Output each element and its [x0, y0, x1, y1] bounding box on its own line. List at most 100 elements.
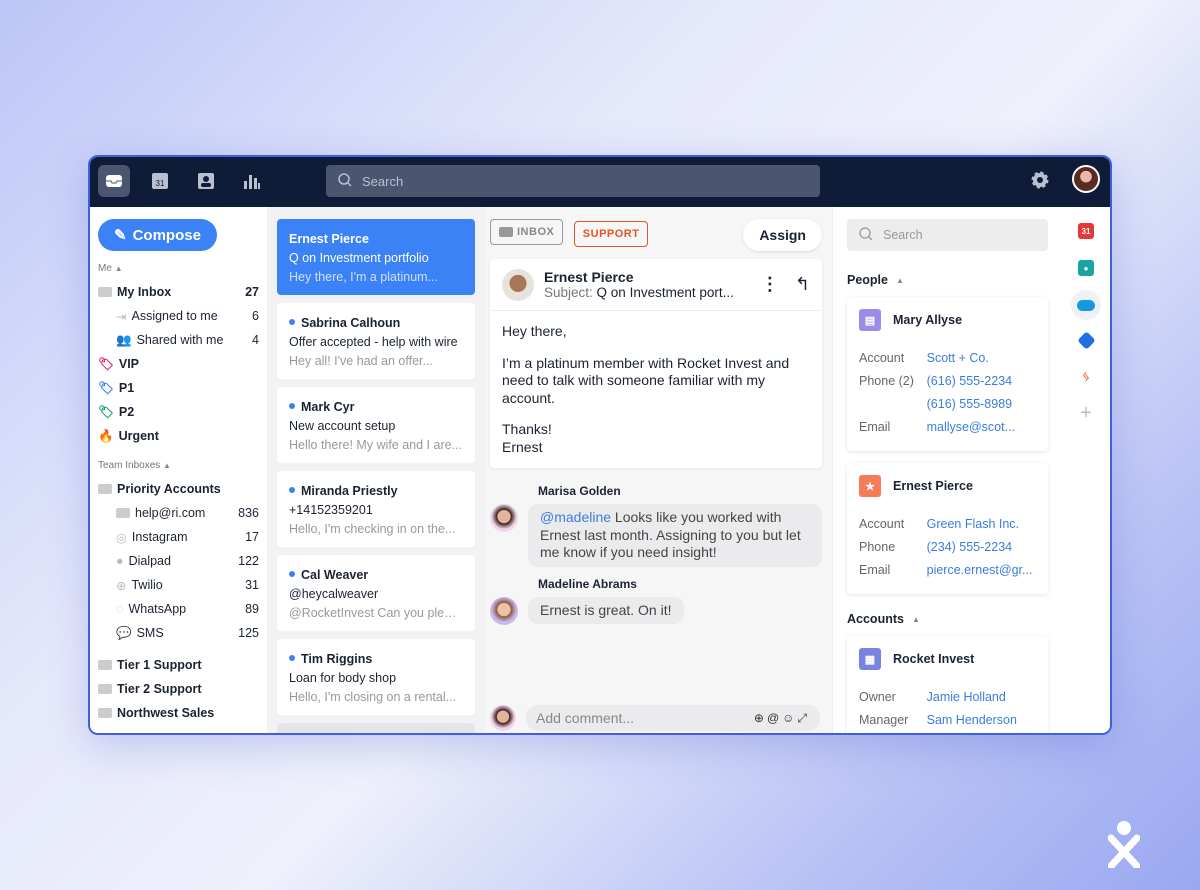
- search-icon: [338, 172, 352, 190]
- account-link[interactable]: Green Flash Inc.: [927, 513, 1036, 536]
- phone-link[interactable]: (616) 555-2234: [927, 370, 1036, 393]
- compose-label: Compose: [132, 226, 201, 244]
- contact-card-icon: ▤: [859, 309, 881, 331]
- channel-instagram[interactable]: ◎ Instagram 17: [98, 525, 259, 549]
- inbox-icon[interactable]: [98, 165, 130, 197]
- sidebar-item-my-inbox[interactable]: My Inbox 27: [98, 280, 259, 304]
- sidebar-item-priority-accounts[interactable]: Priority Accounts: [98, 477, 259, 501]
- analytics-icon[interactable]: [236, 165, 268, 197]
- phone-link[interactable]: (234) 555-2234: [927, 536, 1036, 559]
- people-header[interactable]: People ▲: [847, 273, 1048, 287]
- email-link[interactable]: pierce.ernest@gr...: [927, 559, 1036, 582]
- accounts-header[interactable]: Accounts ▲: [847, 612, 1048, 626]
- svg-text:31: 31: [156, 179, 165, 188]
- tag-icon: 🏷: [98, 404, 114, 419]
- more-options-icon[interactable]: ⋮: [761, 274, 779, 295]
- person-icon: ★: [859, 475, 881, 497]
- conversation-item[interactable]: Cal Weaver @heycalweaver @RocketInvest Can…: [277, 555, 475, 631]
- reply-icon[interactable]: ↰: [795, 274, 810, 295]
- account-link[interactable]: Scott + Co.: [927, 347, 1036, 370]
- channel-sms[interactable]: 💬 SMS 125: [98, 621, 259, 645]
- sidebar-item-assigned[interactable]: ⇥ Assigned to me 6: [98, 304, 259, 328]
- mention-link[interactable]: @madeline: [540, 509, 611, 525]
- sidebar-tag-p2[interactable]: 🏷 P2: [98, 400, 259, 424]
- compose-icon: ✎: [114, 227, 127, 244]
- global-search-input[interactable]: Search: [326, 165, 820, 197]
- conversation-item[interactable]: Miranda Priestly +14152359201 Hello, I'm c…: [277, 471, 475, 547]
- assign-button[interactable]: Assign: [743, 219, 822, 251]
- support-tag[interactable]: SUPPORT: [573, 221, 649, 247]
- sidebar-item-shared[interactable]: 👥 Shared with me 4: [98, 328, 259, 352]
- inbox-tag[interactable]: INBOX: [490, 219, 564, 245]
- conversation-list: Ernest Pierce Q on Investment portfolio He…: [267, 207, 485, 733]
- person-card[interactable]: ▤ Mary Allyse Account Scott + Co. Phone (2…: [847, 297, 1048, 451]
- google-calendar-icon[interactable]: 31: [1078, 223, 1094, 239]
- contact-search-input[interactable]: Search: [847, 219, 1048, 251]
- conversation-item[interactable]: Sabrina Calhoun Offer accepted - help wit…: [277, 303, 475, 379]
- add-comment-input[interactable]: Add comment... ⊕@☺⤢: [526, 705, 820, 731]
- building-icon: ▦: [859, 648, 881, 670]
- jira-icon[interactable]: [1076, 331, 1096, 350]
- inbox-icon: [98, 684, 112, 694]
- user-avatar[interactable]: [1072, 165, 1100, 193]
- comment-bubble: @madeline Looks like you worked with Ern…: [528, 504, 822, 567]
- sidebar: ✎ Compose Me ▲ My Inbox 27 ⇥ Assigned to me…: [90, 207, 267, 733]
- app-window: 31 Search ✎ Compose Me ▲ My Inbox 27 ⇥ Assi…: [88, 155, 1112, 735]
- sender-avatar: [502, 268, 534, 301]
- mention-icon[interactable]: @: [767, 711, 782, 725]
- owner-link[interactable]: Jamie Holland: [927, 686, 1036, 709]
- search-placeholder: Search: [362, 173, 404, 189]
- gear-icon[interactable]: [1030, 170, 1050, 195]
- calendar-icon[interactable]: 31: [144, 165, 176, 197]
- phone-link[interactable]: (616) 555-8989: [927, 393, 1036, 416]
- comment-author: Marisa Golden: [538, 484, 621, 498]
- conversation-item[interactable]: Tim Riggins Loan for body shop Hello, I'm …: [277, 639, 475, 715]
- avatar: [490, 596, 518, 625]
- comment: Madeline Abrams Ernest is great. On it!: [490, 577, 822, 625]
- me-section-header[interactable]: Me ▲: [98, 263, 259, 274]
- comment-author: Madeline Abrams: [538, 576, 637, 591]
- hubspot-icon[interactable]: ᛃ: [1078, 368, 1094, 384]
- comment: Marisa Golden @madeline Looks like you w…: [490, 484, 822, 567]
- channel-dialpad[interactable]: ● Dialpad 122: [98, 549, 259, 573]
- unread-dot: [289, 487, 295, 493]
- conversation-item[interactable]: Mark Cyr New account setup Hello there! My…: [277, 387, 475, 463]
- sms-icon: 💬: [116, 625, 132, 640]
- email-link[interactable]: mallyse@scot...: [927, 416, 1036, 439]
- subject-label: Subject:: [544, 285, 593, 300]
- channel-twilio[interactable]: ⊕ Twilio 31: [98, 573, 259, 597]
- attach-icon[interactable]: ⊕: [754, 711, 767, 725]
- salesforce-icon[interactable]: [1071, 290, 1101, 320]
- search-icon: [859, 226, 873, 244]
- add-app-icon[interactable]: +: [1078, 402, 1094, 424]
- inbox-icon: [499, 227, 513, 237]
- account-card[interactable]: ▦ Rocket Invest Owner Jamie Holland Manage…: [847, 636, 1048, 733]
- unread-dot: [289, 571, 295, 577]
- emoji-icon[interactable]: ☺: [782, 711, 797, 725]
- subject: Q on Investment port...: [596, 285, 734, 300]
- manager-link[interactable]: Sam Henderson: [927, 709, 1036, 732]
- avatar: [490, 504, 518, 532]
- sidebar-tag-p1[interactable]: 🏷 P1: [98, 376, 259, 400]
- team-inboxes-header[interactable]: Team Inboxes ▲: [98, 460, 259, 471]
- channel-whatsapp[interactable]: ◌ WhatsApp 89: [98, 597, 259, 621]
- channel-email[interactable]: help@ri.com 836: [98, 501, 259, 525]
- contacts-app-icon[interactable]: ●: [1078, 260, 1094, 276]
- sidebar-tag-vip[interactable]: 🏷 VIP: [98, 352, 259, 376]
- person-card[interactable]: ★ Ernest Pierce Account Green Flash Inc. P…: [847, 463, 1048, 594]
- instagram-icon: ◎: [116, 530, 127, 545]
- compose-button[interactable]: ✎ Compose: [98, 219, 217, 251]
- conversation-pane: INBOX SUPPORT Assign Ernest Pierce Subje…: [485, 207, 832, 733]
- sidebar-item-urgent[interactable]: 🔥 Urgent: [98, 424, 259, 448]
- expand-icon[interactable]: ⤢: [797, 711, 810, 725]
- inbox-icon: [98, 484, 112, 494]
- conversation-item[interactable]: [277, 723, 475, 733]
- contacts-icon[interactable]: [190, 165, 222, 197]
- sidebar-item-northwest[interactable]: Northwest Sales: [98, 701, 259, 725]
- sidebar-item-tier1[interactable]: Tier 1 Support: [98, 653, 259, 677]
- sidebar-item-tier2[interactable]: Tier 2 Support: [98, 677, 259, 701]
- comment-bubble: Ernest is great. On it!: [528, 596, 684, 624]
- unread-dot: [289, 655, 295, 661]
- conversation-item[interactable]: Ernest Pierce Q on Investment portfolio He…: [277, 219, 475, 295]
- avatar: [490, 705, 516, 731]
